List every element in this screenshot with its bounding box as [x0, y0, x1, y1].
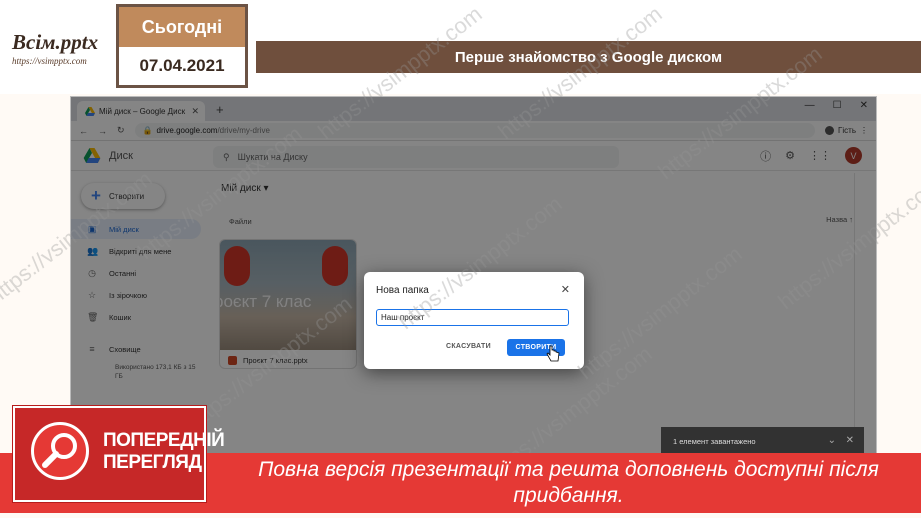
new-folder-dialog: Нова папка ✕ Наш проєкт СКАСУВАТИ СТВОРИ…: [364, 272, 584, 369]
logo-url: https://vsimpptx.com: [12, 56, 87, 66]
preview-line-1: ПОПЕРЕДНІЙ: [103, 430, 225, 451]
folder-name-input[interactable]: Наш проєкт: [376, 309, 569, 326]
close-icon[interactable]: ✕: [561, 283, 570, 296]
purchase-message: Повна версія презентації та решта доповн…: [258, 458, 879, 507]
preview-label: ПОПЕРЕДНІЙ ПЕРЕГЛЯД: [103, 430, 225, 474]
date-card: Сьогодні 07.04.2021: [116, 4, 248, 88]
hand-cursor-icon: [546, 345, 560, 362]
preview-line-2: ПЕРЕГЛЯД: [103, 452, 202, 473]
logo-text: Всім.pptx: [12, 30, 99, 54]
logo: Всім.pptx https://vsimpptx.com: [4, 30, 114, 76]
slide-title: Перше знайомство з Google диском: [256, 41, 921, 73]
cancel-button[interactable]: СКАСУВАТИ: [446, 343, 491, 350]
slide-header: Всім.pptx https://vsimpptx.com Сьогодні …: [0, 0, 921, 94]
date-value: 07.04.2021: [119, 47, 245, 85]
magnifier-icon: [31, 422, 89, 480]
toast-text: 1 елемент завантажено: [673, 437, 756, 446]
close-icon[interactable]: ✕: [846, 435, 854, 446]
dialog-title: Нова папка: [376, 285, 429, 296]
date-label: Сьогодні: [119, 7, 245, 47]
chevron-down-icon[interactable]: ⌄: [828, 435, 836, 446]
preview-badge: ПОПЕРЕДНІЙ ПЕРЕГЛЯД: [13, 406, 225, 502]
slide: Всім.pptx https://vsimpptx.com Сьогодні …: [0, 0, 921, 518]
